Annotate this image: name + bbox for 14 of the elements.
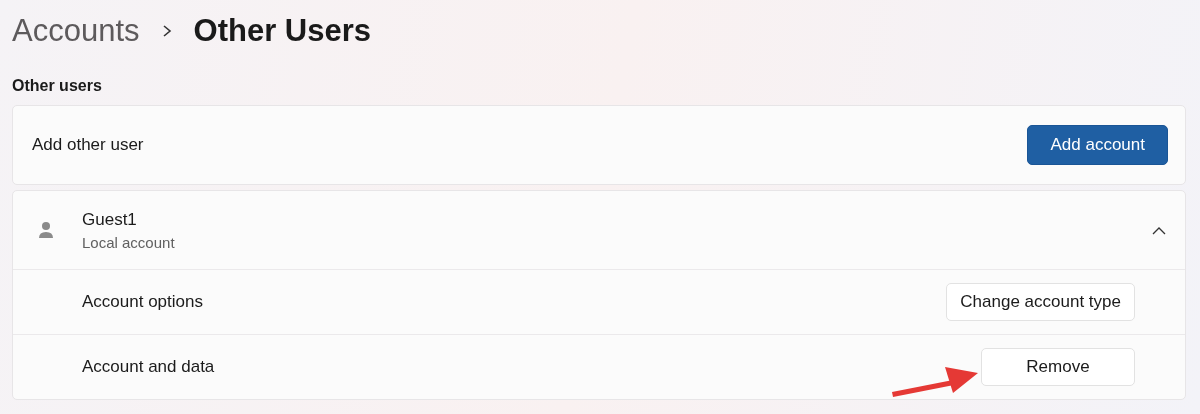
user-name: Guest1 bbox=[82, 209, 138, 230]
person-icon bbox=[38, 221, 54, 239]
breadcrumb-item[interactable]: Accounts bbox=[12, 13, 140, 49]
option-label: Account and data bbox=[82, 357, 215, 377]
account-type: Local account bbox=[82, 233, 176, 251]
row-label: Add other user bbox=[32, 135, 144, 155]
option-button[interactable]: Change account type bbox=[946, 283, 1135, 321]
option-label: Account options bbox=[82, 292, 203, 312]
chevron-right-icon bbox=[161, 24, 172, 38]
option-button[interactable]: Remove bbox=[981, 348, 1135, 386]
breadcrumb-item: Other Users bbox=[193, 13, 371, 49]
section-title: Other users bbox=[12, 77, 103, 95]
add-account-button[interactable]: Add account bbox=[1027, 125, 1168, 165]
chevron-icon[interactable] bbox=[1152, 225, 1166, 235]
